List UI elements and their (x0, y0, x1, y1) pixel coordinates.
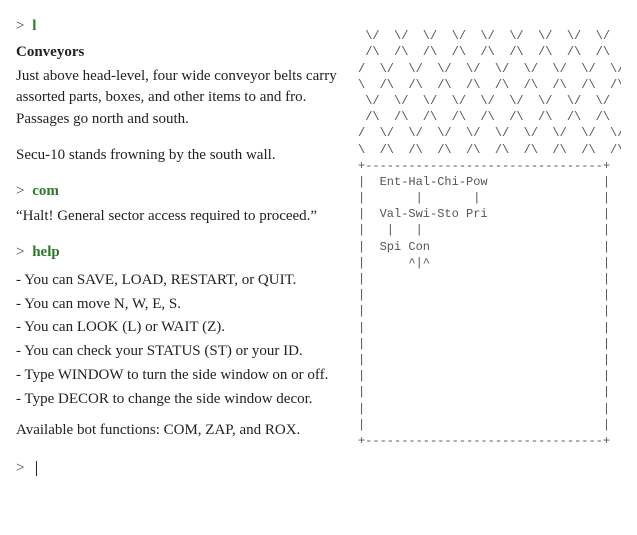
map-line: | Val-Swi-Sto Pri | (358, 207, 610, 221)
decor-line: / \/ \/ \/ \/ \/ \/ \/ \/ \/ (358, 126, 621, 140)
map-line: +---------------------------------+ (358, 434, 610, 448)
map-line: | | (358, 337, 610, 351)
help-item: - You can SAVE, LOAD, RESTART, or QUIT. (16, 270, 346, 292)
prompt-symbol: > (16, 18, 24, 34)
room-extra: Secu-10 stands frowning by the south wal… (16, 145, 346, 167)
game-layout: > l Conveyors Just above head-level, fou… (16, 12, 621, 484)
help-item: - Type DECOR to change the side window d… (16, 389, 346, 411)
command-text: com (32, 183, 59, 199)
command-input[interactable] (32, 460, 34, 477)
map-line: | | (358, 272, 610, 286)
side-window: \/ \/ \/ \/ \/ \/ \/ \/ \/ /\ /\ /\ /\ /… (358, 12, 621, 484)
room-description: Just above head-level, four wide conveyo… (16, 66, 346, 131)
input-prompt[interactable]: > (16, 458, 346, 480)
response-text: “Halt! General sector access required to… (16, 206, 346, 228)
map-line: | | (358, 304, 610, 318)
decor-line: / \/ \/ \/ \/ \/ \/ \/ \/ \/ (358, 62, 621, 76)
transcript-pane: > l Conveyors Just above head-level, fou… (16, 12, 346, 484)
help-footer: Available bot functions: COM, ZAP, and R… (16, 420, 346, 442)
help-item: - You can LOOK (L) or WAIT (Z). (16, 317, 346, 339)
map-line: | Ent-Hal-Chi-Pow | (358, 175, 610, 189)
map-line: | | (358, 353, 610, 367)
decor-line: /\ /\ /\ /\ /\ /\ /\ /\ /\ (358, 45, 610, 59)
decor-line: \/ \/ \/ \/ \/ \/ \/ \/ \/ \/ (358, 94, 621, 108)
map-line: +---------------------------------+ (358, 159, 610, 173)
map-line: | | (358, 418, 610, 432)
decor-line: \/ \/ \/ \/ \/ \/ \/ \/ \/ (358, 29, 610, 43)
command-text: l (32, 18, 36, 34)
map-line: | | (358, 402, 610, 416)
prompt-symbol: > (16, 460, 24, 476)
prompt-line: > l (16, 16, 346, 38)
map-line: | | (358, 288, 610, 302)
map-line: | | (358, 369, 610, 383)
map-line: | ^|^ | (358, 256, 610, 270)
command-input-wrap[interactable] (32, 458, 37, 480)
command-text: help (32, 244, 60, 260)
prompt-line: > com (16, 181, 346, 203)
map-line: | | | | (358, 223, 610, 237)
decor-line: \ /\ /\ /\ /\ /\ /\ /\ /\ /\ (358, 143, 621, 157)
help-item: - You can check your STATUS (ST) or your… (16, 341, 346, 363)
map-line: | | (358, 385, 610, 399)
help-item: - You can move N, W, E, S. (16, 294, 346, 316)
prompt-symbol: > (16, 244, 24, 260)
map-line: | | | | (358, 191, 610, 205)
decor-line: \ /\ /\ /\ /\ /\ /\ /\ /\ /\ (358, 78, 621, 92)
prompt-line: > help (16, 242, 346, 264)
prompt-symbol: > (16, 183, 24, 199)
help-item: - Type WINDOW to turn the side window on… (16, 365, 346, 387)
map-line: | Spi Con | (358, 240, 610, 254)
cursor (36, 461, 37, 476)
room-title: Conveyors (16, 42, 346, 64)
map-line: | | (358, 321, 610, 335)
decor-line: /\ /\ /\ /\ /\ /\ /\ /\ /\ /\ (358, 110, 621, 124)
help-list: - You can SAVE, LOAD, RESTART, or QUIT. … (16, 270, 346, 411)
